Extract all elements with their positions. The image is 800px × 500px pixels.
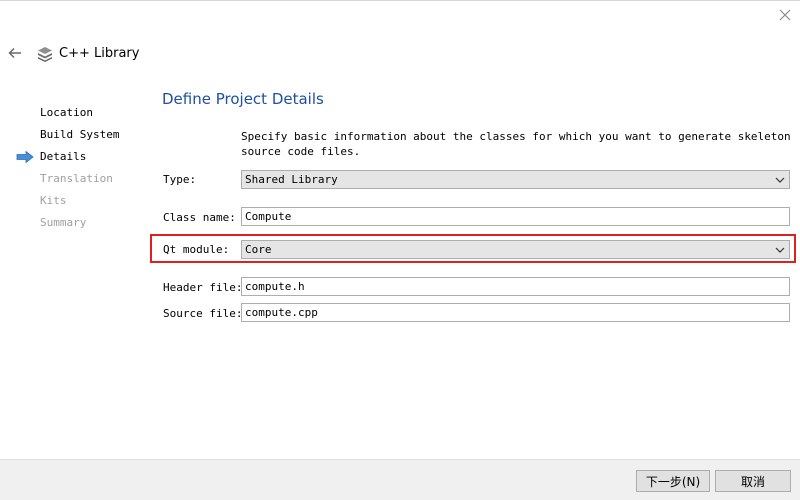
step-location: Location [40,106,93,119]
header-file-value: compute.h [245,280,305,293]
page-title: Define Project Details [162,90,324,108]
qt-module-label: Qt module: [163,243,230,256]
step-kits: Kits [40,194,67,207]
type-combobox[interactable]: Shared Library [241,170,790,189]
source-file-value: compute.cpp [245,306,318,319]
step-summary: Summary [40,216,87,229]
window-top-border [0,0,800,1]
step-translation: Translation [40,172,113,185]
cancel-button[interactable]: 取消 [715,470,791,492]
close-icon [779,9,791,21]
step-build-system: Build System [40,128,120,141]
step-details: Details [40,150,87,163]
header-file-field[interactable]: compute.h [241,277,790,296]
qt-module-value: Core [245,243,272,256]
header-file-label: Header file: [163,281,243,294]
page-description: Specify basic information about the clas… [241,130,791,158]
next-button[interactable]: 下一步(N) [636,470,710,492]
class-name-value: Compute [245,210,292,223]
qt-module-combobox[interactable]: Core [241,240,790,259]
current-step-arrow-icon [16,151,34,163]
type-label: Type: [163,173,197,186]
back-button[interactable] [4,42,26,64]
chevron-down-icon [775,177,785,183]
source-file-field[interactable]: compute.cpp [241,303,790,322]
source-file-label: Source file: [163,307,243,320]
chevron-down-icon [775,247,785,253]
close-button[interactable] [774,4,796,26]
footer-bar: 下一步(N) 取消 [0,459,800,500]
library-icon [38,47,52,62]
class-name-label: Class name: [163,211,236,224]
back-arrow-icon [8,47,21,59]
wizard-title: C++ Library [59,46,140,61]
class-name-field[interactable]: Compute [241,207,790,226]
type-value: Shared Library [245,173,338,186]
